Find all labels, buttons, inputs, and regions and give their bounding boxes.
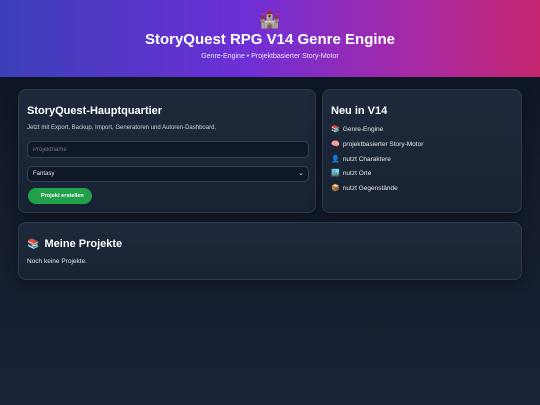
hq-description: Jetzt mit Export, Backup, Import, Genera… [27,125,217,131]
genre-select[interactable]: Fantasy ⌄ [27,166,309,182]
project-name-input[interactable] [27,141,309,158]
list-item: 🧠 projektbasierter Story-Motor [331,140,423,155]
books-icon: 📚 [331,126,340,133]
create-project-button[interactable]: Projekt erstellen [28,188,92,204]
projects-panel: 📚 Meine Projekte Noch keine Projekte. [18,222,522,280]
hq-panel: StoryQuest-Hauptquartier Jetzt mit Expor… [18,89,316,213]
list-item: 📦 nutzt Gegenstände [331,184,423,199]
news-item-label: nutzt Orte [342,170,372,178]
chevron-down-icon: ⌄ [298,170,304,177]
list-item: 🏙️ nutzt Orte [331,169,423,184]
city-icon: 🏙️ [331,170,340,178]
app-title: StoryQuest RPG V14 Genre Engine [144,31,396,48]
news-item-label: Genre-Engine [342,126,384,133]
news-title: Neu in V14 [331,105,388,117]
news-item-label: projektbasierter Story-Motor [342,140,424,148]
hq-title: StoryQuest-Hauptquartier [27,105,163,117]
list-item: 📚 Genre-Engine [331,125,423,140]
castle-icon: 🏰 [259,10,281,29]
news-panel: Neu in V14 📚 Genre-Engine 🧠 projektbasie… [322,89,522,213]
news-item-label: nutzt Gegenstände [342,185,398,193]
books-icon: 📚 [27,239,40,250]
news-list: 📚 Genre-Engine 🧠 projektbasierter Story-… [331,125,423,199]
package-icon: 📦 [331,185,340,193]
projects-title: 📚 Meine Projekte [27,238,122,250]
app-subtitle: Genre-Engine • Projektbasierter Story-Mo… [201,53,339,60]
projects-title-label: Meine Projekte [44,238,123,250]
brain-icon: 🧠 [331,140,340,148]
genre-select-value: Fantasy [33,171,55,177]
news-item-label: nutzt Charaktere [342,155,391,163]
person-icon: 👤 [331,155,340,163]
projects-empty-text: Noch keine Projekte. [27,258,87,265]
app-header: 🏰 StoryQuest RPG V14 Genre Engine Genre-… [0,0,540,77]
list-item: 👤 nutzt Charaktere [331,155,423,170]
